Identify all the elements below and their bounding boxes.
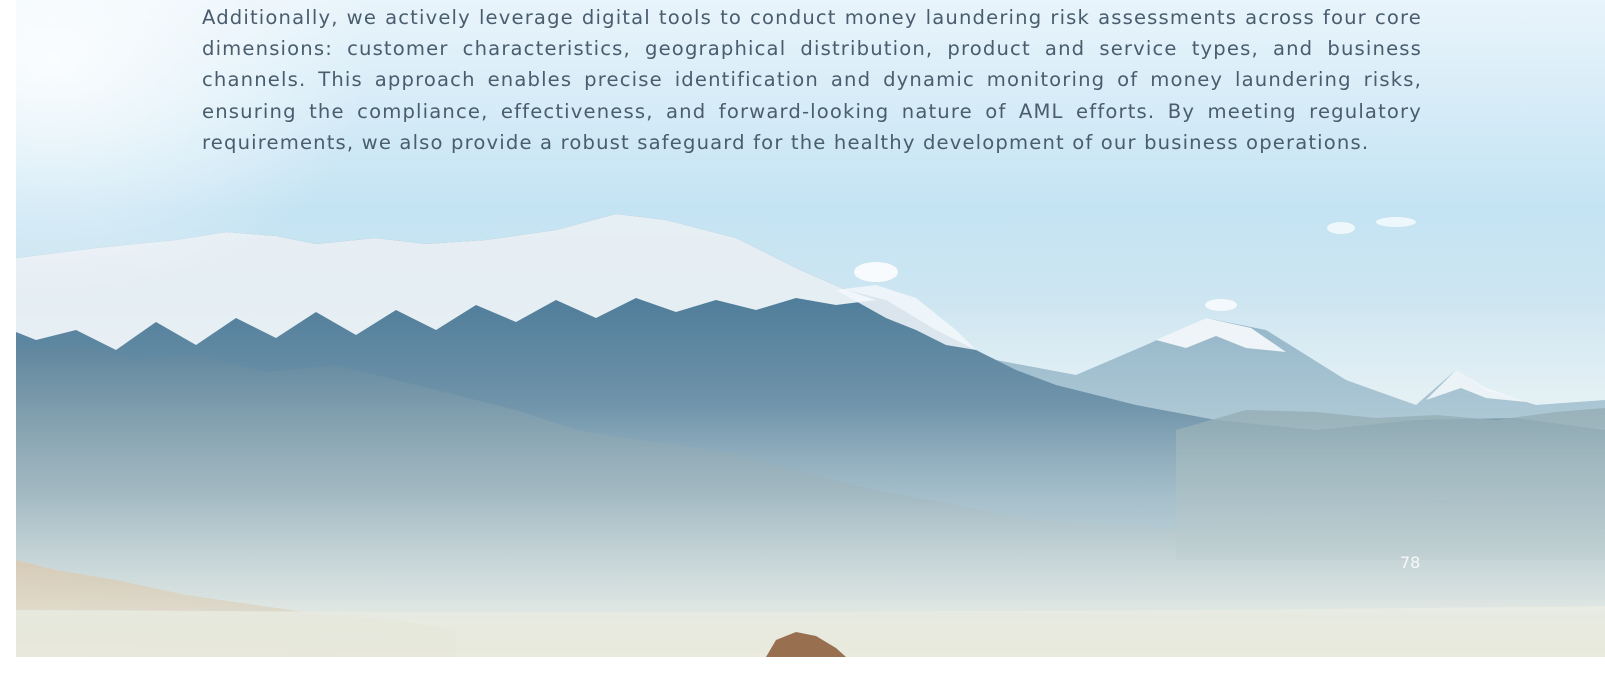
body-paragraph: Additionally, we actively leverage digit…	[202, 6, 1422, 154]
report-page: Additionally, we actively leverage digit…	[16, 0, 1605, 657]
page-number: 78	[1400, 553, 1421, 572]
